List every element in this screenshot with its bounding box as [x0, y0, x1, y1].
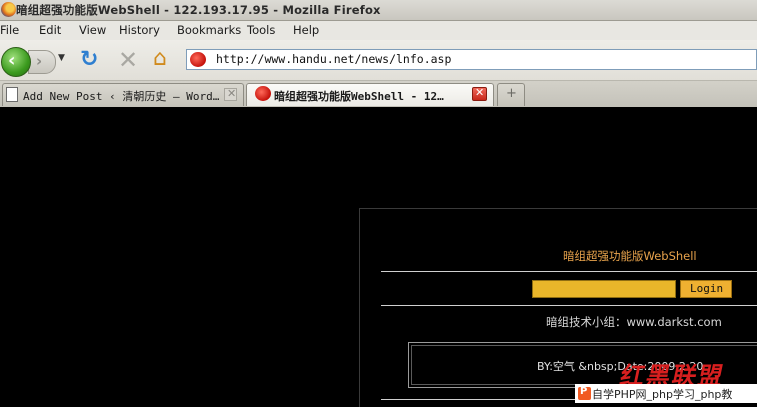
home-icon: ⌂ — [153, 46, 167, 71]
menu-file[interactable]: File — [0, 23, 19, 37]
stop-button[interactable]: ✕ — [116, 46, 140, 74]
tab-label: Add New Post ‹ 清朝历史 — Word… — [23, 90, 220, 103]
divider — [381, 271, 757, 272]
window-title: 暗组超强功能版WebShell - 122.193.17.95 - Mozill… — [16, 3, 381, 17]
page-document-icon — [6, 87, 18, 102]
plus-icon: + — [506, 86, 517, 101]
url-text[interactable]: http://www.handu.net/news/lnfo.asp — [216, 52, 451, 66]
reload-icon: ↻ — [80, 47, 99, 72]
forward-button[interactable]: › — [28, 50, 56, 74]
tab-label: 暗组超强功能版WebShell - 12… — [274, 90, 444, 103]
chevron-down-icon: ▼ — [58, 53, 65, 63]
reload-button[interactable]: ↻ — [80, 47, 104, 73]
menu-help[interactable]: Help — [293, 23, 319, 37]
close-icon: ✕ — [475, 86, 485, 99]
new-tab-button[interactable]: + — [497, 83, 525, 106]
menu-tools[interactable]: Tools — [247, 23, 275, 37]
history-dropdown-button[interactable]: ▼ — [55, 51, 69, 71]
site-favicon-icon — [255, 86, 271, 101]
window-title-bar: 暗组超强功能版WebShell - 122.193.17.95 - Mozill… — [0, 0, 757, 21]
firefox-logo-icon — [1, 2, 16, 17]
back-button[interactable]: ‹ — [1, 47, 31, 77]
divider — [381, 305, 757, 306]
menu-view[interactable]: View — [79, 23, 106, 37]
page-title: 暗组超强功能版WebShell — [563, 249, 697, 263]
forward-arrow-icon: › — [36, 52, 43, 70]
menu-bar: File Edit View History Bookmarks Tools H… — [0, 21, 757, 40]
watermark-badge-icon: P — [578, 386, 591, 400]
login-button[interactable]: Login — [680, 280, 732, 298]
watermark-text: 自学PHP网_php学习_php教 — [592, 388, 733, 401]
menu-history[interactable]: History — [119, 23, 160, 37]
home-button[interactable]: ⌂ — [152, 46, 176, 73]
site-favicon-icon — [190, 52, 206, 67]
tab-close-button[interactable]: ✕ — [224, 87, 237, 101]
menu-edit[interactable]: Edit — [39, 23, 61, 37]
close-icon: ✕ — [227, 87, 237, 100]
back-arrow-icon: ‹ — [8, 50, 16, 71]
team-credit-text: 暗组技术小组：www.darkst.com — [546, 315, 722, 329]
login-button-label: Login — [690, 282, 724, 295]
tab-close-button[interactable]: ✕ — [472, 86, 487, 101]
password-input[interactable] — [532, 280, 676, 298]
menu-bookmarks[interactable]: Bookmarks — [177, 23, 241, 37]
stop-icon: ✕ — [118, 46, 139, 74]
